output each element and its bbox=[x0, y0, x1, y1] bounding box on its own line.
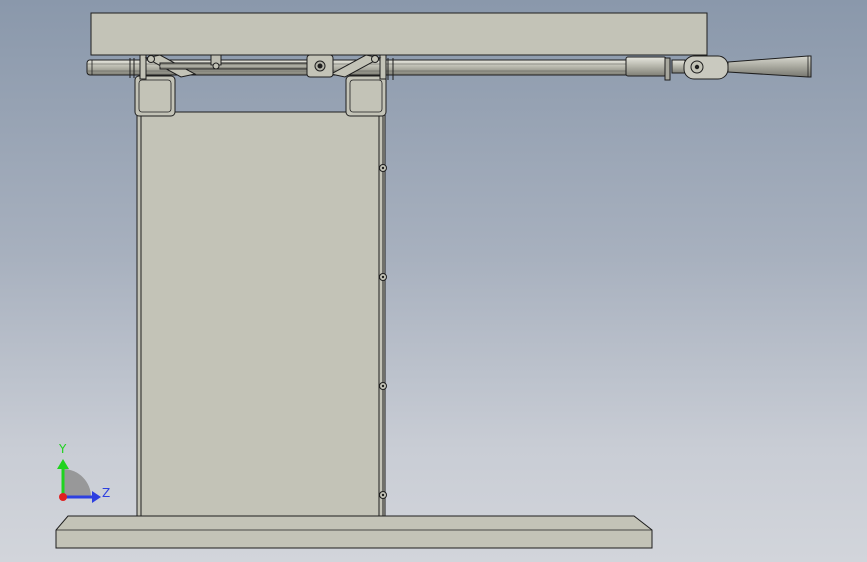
side-screw bbox=[379, 164, 387, 172]
triad-y-label: Y bbox=[59, 442, 67, 456]
side-screw bbox=[379, 382, 387, 390]
side-screw bbox=[379, 273, 387, 281]
cone-nozzle bbox=[727, 55, 812, 78]
mounting-bracket-right bbox=[345, 75, 387, 117]
mounting-bracket-left bbox=[134, 75, 176, 117]
side-screw bbox=[379, 491, 387, 499]
top-plate bbox=[90, 12, 708, 56]
cad-model-side-view[interactable] bbox=[0, 0, 867, 562]
column-body bbox=[136, 111, 387, 517]
triad-z-label: Z bbox=[102, 486, 111, 500]
base-plate bbox=[55, 515, 653, 549]
rod-end-clevis bbox=[671, 55, 729, 80]
graphics-viewport[interactable]: Y Z bbox=[0, 0, 867, 562]
rod-end-collar bbox=[625, 56, 671, 81]
